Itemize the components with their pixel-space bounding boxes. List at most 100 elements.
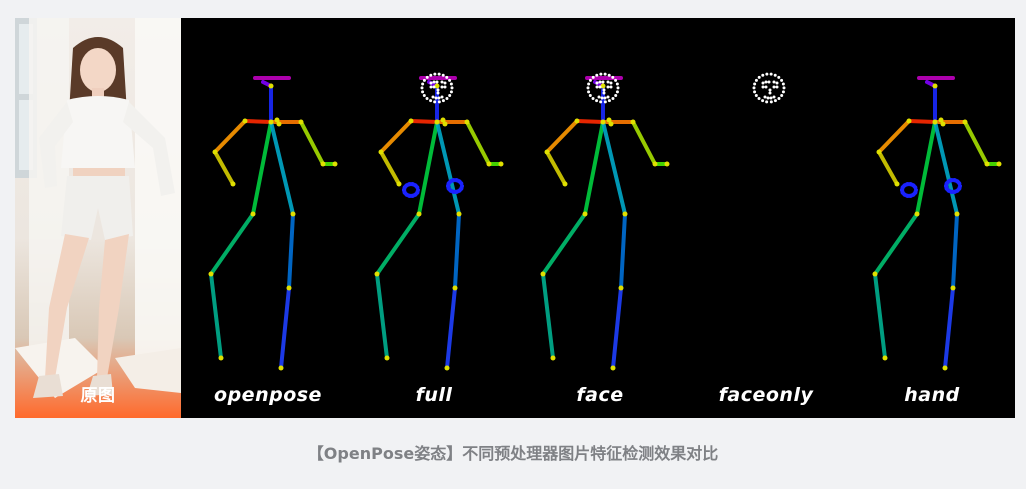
skeleton-joint (378, 149, 384, 155)
face-landmark (425, 96, 429, 100)
face-landmark (772, 95, 776, 99)
skeleton-limb (379, 150, 401, 186)
face-landmark (587, 82, 591, 86)
skeleton-joint (408, 118, 414, 124)
face-landmark (606, 95, 610, 99)
skeleton-limb (299, 120, 325, 166)
skeleton-limb (465, 120, 491, 166)
skeleton-joint (464, 119, 470, 125)
face-landmark (586, 86, 590, 90)
panel-label-hand: hand (904, 384, 960, 406)
panel-face: face (517, 18, 683, 418)
skeleton-joint (940, 121, 946, 127)
skeleton-joint (618, 285, 624, 291)
face-landmark (609, 81, 613, 85)
panel-full: full (351, 18, 517, 418)
skeleton-joint (882, 355, 888, 361)
face-landmark (607, 99, 611, 103)
face-landmark (449, 90, 453, 94)
skeleton-joint (208, 271, 214, 277)
face-landmark (764, 80, 768, 84)
skeleton-joint (550, 355, 556, 361)
face-landmark (421, 90, 425, 94)
skeleton-limb (907, 119, 937, 124)
skeleton-joint (268, 83, 274, 89)
skeleton-limb (873, 212, 919, 276)
face-landmark (611, 96, 615, 100)
face-landmark (434, 96, 438, 100)
face-landmark (780, 93, 784, 97)
face-landmark (420, 86, 424, 90)
face-landmark (587, 90, 591, 94)
hand-landmark (459, 181, 464, 186)
face-landmark (435, 80, 439, 84)
skeleton-joint (622, 211, 628, 217)
face-landmark (615, 82, 619, 86)
skeleton-joint (962, 119, 968, 125)
face-landmark (780, 78, 784, 82)
skeleton-joint (486, 161, 492, 167)
skeleton-joint (540, 271, 546, 277)
face-landmark (775, 81, 779, 85)
skeleton-limb (541, 272, 555, 360)
skeleton-joint (286, 285, 292, 291)
face-landmark (761, 73, 765, 77)
face-landmark (429, 85, 433, 89)
face-landmark (599, 100, 603, 104)
face-landmark (614, 78, 618, 82)
face-landmark (754, 93, 758, 97)
face-landmark (433, 100, 437, 104)
original-photo-panel: 原图 (15, 18, 181, 418)
skeleton-limb (279, 286, 291, 370)
skeleton-joint (600, 119, 606, 125)
face-landmark (767, 80, 771, 84)
face-landmark (591, 75, 595, 79)
face-landmark (436, 91, 440, 95)
skeleton-joint (630, 119, 636, 125)
face-landmark (602, 88, 606, 92)
face-landmark (450, 86, 454, 90)
face-landmark (766, 96, 770, 100)
skeleton-limb (541, 212, 587, 276)
face-landmark (765, 100, 769, 104)
face-landmark (609, 85, 613, 89)
skeleton-limb (951, 212, 959, 290)
face-landmark (773, 99, 777, 103)
face-landmark (777, 96, 781, 100)
openpose-skeleton (208, 76, 338, 371)
panel-label-full: full (415, 384, 453, 406)
face-landmark (431, 95, 435, 99)
panel-label-openpose: openpose (214, 384, 322, 406)
face-landmark (598, 85, 602, 89)
face-landmark (437, 96, 441, 100)
skeleton-limb (209, 272, 223, 360)
face-landmark (781, 90, 785, 94)
face-landmark (421, 82, 425, 86)
face-landmark (616, 86, 620, 90)
figure-caption: 【OpenPose姿态】不同预处理器图片特征检测效果对比 (307, 444, 719, 463)
face-landmark (768, 91, 772, 95)
skeleton-limb (251, 120, 273, 216)
face-landmark (448, 93, 452, 97)
face-landmark (597, 95, 601, 99)
face-landmark (757, 75, 761, 79)
face-landmark (603, 96, 607, 100)
skeleton-joint (562, 181, 568, 187)
face-landmark (754, 78, 758, 82)
face-landmark (445, 96, 449, 100)
skeleton-joint (942, 365, 948, 371)
face-landmark (429, 99, 433, 103)
face-landmark (595, 73, 599, 77)
skeleton-limb (943, 286, 955, 370)
face-landmark (768, 88, 772, 92)
panel-label-faceonly: faceonly (718, 384, 814, 406)
face-landmark (591, 96, 595, 100)
face-landmark (441, 99, 445, 103)
faceonly-skeleton (752, 72, 786, 104)
face-landmark (432, 85, 436, 89)
face-landmark (763, 95, 767, 99)
skeleton-limb (417, 120, 439, 216)
skeleton-joint (452, 285, 458, 291)
skeleton-joint (906, 118, 912, 124)
skeleton-limb (915, 120, 937, 216)
